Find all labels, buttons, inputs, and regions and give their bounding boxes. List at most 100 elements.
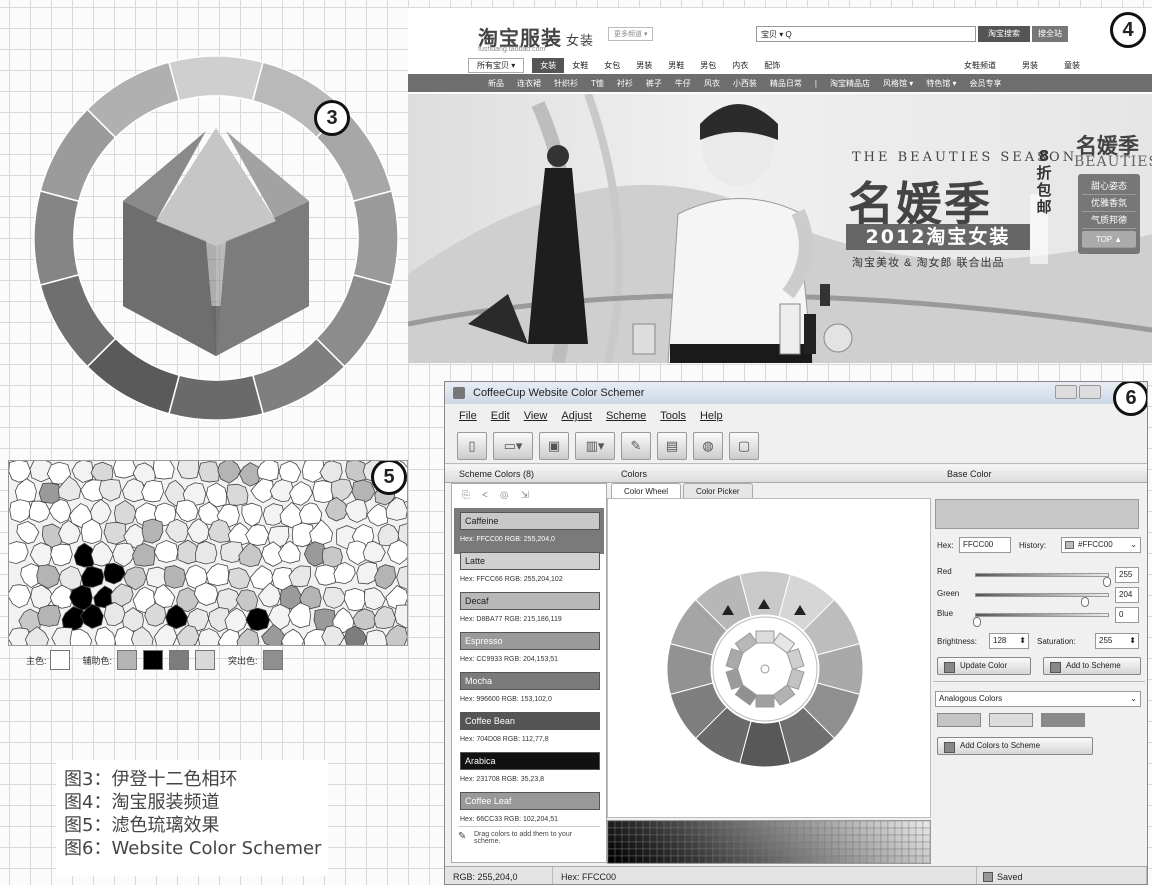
sub-nav-item[interactable]: 特色馆 ▾ [926, 78, 956, 89]
palette-cell[interactable] [754, 820, 763, 829]
palette-cell[interactable] [887, 827, 896, 836]
palette-cell[interactable] [747, 848, 756, 857]
palette-cell[interactable] [635, 820, 644, 829]
palette-cell[interactable] [768, 834, 777, 843]
palette-cell[interactable] [635, 841, 644, 850]
palette-cell[interactable] [614, 834, 623, 843]
palette-cell[interactable] [684, 855, 693, 864]
palette-cell[interactable] [677, 834, 686, 843]
palette-cell[interactable] [852, 834, 861, 843]
history-dropdown[interactable]: #FFCC00 ⌄ [1061, 537, 1141, 553]
palette-cell[interactable] [831, 827, 840, 836]
nav-right-item[interactable]: 男装 [1014, 58, 1046, 73]
palette-cell[interactable] [740, 855, 749, 864]
palette-cell[interactable] [824, 855, 833, 864]
palette-cell[interactable] [663, 841, 672, 850]
palette-cell[interactable] [635, 834, 644, 843]
channel-dropdown[interactable]: 更多频道 ▾ [608, 27, 654, 41]
palette-cell[interactable] [635, 827, 644, 836]
palette-cell[interactable] [901, 834, 910, 843]
harmony-swatch[interactable] [1041, 713, 1085, 727]
palette-cell[interactable] [698, 848, 707, 857]
palette-cell[interactable] [838, 841, 847, 850]
palette-cell[interactable] [684, 834, 693, 843]
palette-cell[interactable] [908, 855, 917, 864]
palette-cell[interactable] [656, 820, 665, 829]
palette-cell[interactable] [922, 848, 931, 857]
palette-cell[interactable] [733, 841, 742, 850]
palette-cell[interactable] [705, 827, 714, 836]
sub-nav-item[interactable]: 淘宝精品店 [830, 78, 870, 89]
nav-item[interactable]: 内衣 [724, 58, 756, 73]
palette-cell[interactable] [642, 820, 651, 829]
palette-cell[interactable] [656, 841, 665, 850]
palette-cell[interactable] [691, 827, 700, 836]
palette-cell[interactable] [740, 841, 749, 850]
palette-cell[interactable] [915, 827, 924, 836]
palette-cell[interactable] [670, 834, 679, 843]
palette-cell[interactable] [621, 827, 630, 836]
palette-cell[interactable] [908, 820, 917, 829]
sub-nav-item[interactable]: T恤 [591, 78, 604, 89]
palette-cell[interactable] [789, 820, 798, 829]
palette-cell[interactable] [859, 827, 868, 836]
palette-cell[interactable] [782, 848, 791, 857]
nav-item[interactable]: 配饰 [756, 58, 788, 73]
palette-cell[interactable] [733, 834, 742, 843]
palette-cell[interactable] [663, 855, 672, 864]
palette-cell[interactable] [761, 841, 770, 850]
all-items-dropdown[interactable]: 所有宝贝 ▾ [468, 57, 525, 73]
preview-icon[interactable]: ▢ [729, 431, 759, 460]
palette-cell[interactable] [796, 841, 805, 850]
palette-cell[interactable] [873, 820, 882, 829]
palette-cell[interactable] [775, 820, 784, 829]
nav-item[interactable]: 女包 [596, 58, 628, 73]
palette-cell[interactable] [880, 841, 889, 850]
palette-cell[interactable] [922, 834, 931, 843]
palette-cell[interactable] [733, 820, 742, 829]
add-to-scheme-button[interactable]: Add to Scheme [1043, 657, 1141, 675]
palette-cell[interactable] [908, 848, 917, 857]
sub-nav-item[interactable]: 风格馆 ▾ [883, 78, 913, 89]
taobao-search-button[interactable]: 淘宝搜索 [978, 26, 1030, 42]
palette-cell[interactable] [712, 834, 721, 843]
palette-cell[interactable] [726, 827, 735, 836]
palette-cell[interactable] [684, 827, 693, 836]
palette-cell[interactable] [761, 855, 770, 864]
palette-cell[interactable] [621, 841, 630, 850]
red-slider[interactable] [975, 573, 1109, 577]
minimize-icon[interactable] [1055, 385, 1077, 399]
palette-cell[interactable] [838, 855, 847, 864]
palette-cell[interactable] [719, 827, 728, 836]
palette-cell[interactable] [768, 820, 777, 829]
palette-cell[interactable] [894, 841, 903, 850]
palette-cell[interactable] [754, 855, 763, 864]
palette-cell[interactable] [663, 848, 672, 857]
palette-cell[interactable] [677, 855, 686, 864]
palette-cell[interactable] [670, 841, 679, 850]
spinner-icon[interactable]: ⬍ [1019, 634, 1026, 648]
palette-cell[interactable] [824, 820, 833, 829]
palette-cell[interactable] [782, 841, 791, 850]
palette-cell[interactable] [663, 827, 672, 836]
open-folder-icon[interactable]: ▭▾ [493, 431, 533, 460]
palette-cell[interactable] [628, 820, 637, 829]
palette-cell[interactable] [712, 820, 721, 829]
palette-cell[interactable] [649, 827, 658, 836]
palette-cell[interactable] [852, 841, 861, 850]
palette-cell[interactable] [824, 848, 833, 857]
sub-nav-item[interactable]: 精品日常 [770, 78, 802, 89]
palette-cell[interactable] [915, 841, 924, 850]
app-color-wheel[interactable] [608, 499, 932, 819]
palette-cell[interactable] [789, 841, 798, 850]
palette-cell[interactable] [894, 848, 903, 857]
update-color-button[interactable]: Update Color [937, 657, 1031, 675]
palette-cell[interactable] [649, 855, 658, 864]
palette-cell[interactable] [803, 855, 812, 864]
palette-cell[interactable] [873, 855, 882, 864]
palette-cell[interactable] [719, 834, 728, 843]
palette-cell[interactable] [768, 827, 777, 836]
palette-cell[interactable] [754, 841, 763, 850]
palette-grid[interactable] [607, 820, 931, 864]
palette-cell[interactable] [908, 827, 917, 836]
